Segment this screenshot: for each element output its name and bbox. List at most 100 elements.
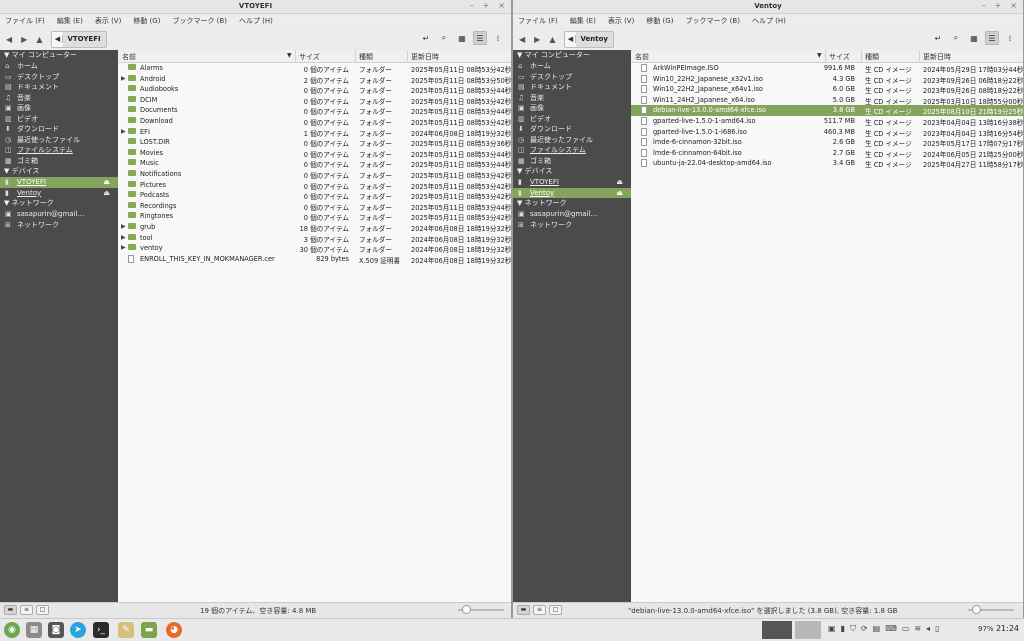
collapse-arrow-icon[interactable]: ▼ [4,51,12,59]
mint-menu-icon[interactable]: ◉ [4,622,20,638]
collapse-arrow-icon[interactable]: ▼ [4,199,12,207]
sidebar-item-device[interactable]: ▮ VTOYEFI ⏏ [0,177,118,188]
table-row[interactable]: ▶ EFI 1 個のアイテム フォルダー 2024年06月08日 18時19分32秒 [118,127,511,138]
open-terminal-icon[interactable]: ↵ [419,31,433,45]
eject-icon[interactable]: ⏏ [103,188,110,199]
title-bar[interactable]: Ventoy – + × [513,0,1023,14]
text-editor-icon[interactable]: ✎ [118,622,134,638]
zoom-slider[interactable] [458,605,504,614]
table-row[interactable]: ▶ grub 18 個のアイテム フォルダー 2024年06月08日 18時19分32秒 [118,222,511,233]
list-view-icon[interactable]: ☰ [985,31,999,45]
workspace-2[interactable] [795,621,821,639]
sidebar-heading-computer[interactable]: ▼ マイ コンピューター [513,50,631,61]
search-icon[interactable]: ⌕ [949,31,963,45]
collapse-arrow-icon[interactable]: ▼ [4,167,12,175]
sidebar-item-place[interactable]: ▦ ゴミ箱 [0,156,118,167]
tray-app-icon[interactable]: ▣ [828,624,836,634]
sidebar-item-place[interactable]: ♫ 音楽 [513,93,631,104]
sidebar-heading-devices[interactable]: ▼ デバイス [0,166,118,177]
column-modified[interactable]: 更新日時 [923,52,951,62]
icon-view-icon[interactable]: ▦ [455,31,469,45]
table-row[interactable]: Podcasts 0 個のアイテム フォルダー 2025年05月11日 08時53分4… [118,190,511,201]
sidebar-item-place[interactable]: ▣ 画像 [0,103,118,114]
screenshot-icon[interactable]: ◙ [48,622,64,638]
compact-view-icon[interactable]: ⁞ [1003,31,1017,45]
close-button[interactable]: × [1010,1,1017,10]
table-row[interactable]: Pictures 0 個のアイテム フォルダー 2025年05月11日 08時53分4… [118,180,511,191]
title-bar[interactable]: VTOYEFI – + × [0,0,511,14]
sidebar-item-device[interactable]: ▮ VTOYEFI ⏏ [513,177,631,188]
terminal-icon[interactable]: ›_ [93,622,109,638]
table-row[interactable]: Movies 0 個のアイテム フォルダー 2025年05月11日 08時53分44秒 [118,148,511,159]
up-icon[interactable]: ▲ [549,35,555,44]
eject-icon[interactable]: ⏏ [616,177,623,188]
table-row[interactable]: Notifications 0 個のアイテム フォルダー 2025年05月11日 08… [118,169,511,180]
menu-go[interactable]: 移動 (G) [133,16,160,26]
table-row[interactable]: Alarms 0 個のアイテム フォルダー 2025年05月11日 08時53分42秒 [118,63,511,74]
table-row[interactable]: ▶ tool 3 個のアイテム フォルダー 2024年06月08日 18時19分32秒 [118,233,511,244]
open-terminal-icon[interactable]: ↵ [931,31,945,45]
menu-bookmarks[interactable]: ブックマーク (B) [685,16,740,26]
search-icon[interactable]: ⌕ [437,31,451,45]
table-row[interactable]: Recordings 0 個のアイテム フォルダー 2025年05月11日 08時53… [118,201,511,212]
column-type[interactable]: 種類 [865,52,879,62]
compact-view-icon[interactable]: ⁞ [491,31,505,45]
files-icon[interactable]: ▬ [141,622,157,638]
expand-arrow-icon[interactable]: ▶ [121,128,126,135]
show-places-icon[interactable]: ▬ [4,605,17,615]
sidebar-item-place[interactable]: ▥ ビデオ [513,114,631,125]
column-name[interactable]: 名前 [635,52,649,62]
collapse-arrow-icon[interactable]: ▼ [517,199,525,207]
sidebar-item-place[interactable]: ⌂ ホーム [0,61,118,72]
table-row[interactable]: LOST.DIR 0 個のアイテム フォルダー 2025年05月11日 08時53分3… [118,137,511,148]
menu-bookmarks[interactable]: ブックマーク (B) [172,16,227,26]
sidebar-item-place[interactable]: ◷ 最近使ったファイル [513,135,631,146]
sidebar-item-place[interactable]: ▣ 画像 [513,103,631,114]
zoom-slider[interactable] [968,605,1014,614]
table-row[interactable]: Audiobooks 0 個のアイテム フォルダー 2025年05月11日 08時53… [118,84,511,95]
sidebar-item-device[interactable]: ▮ Ventoy ⏏ [513,187,631,198]
show-tree-icon[interactable]: ≡ [20,605,33,615]
table-row[interactable]: lmde-6-cinnamon-32bit.iso 2.6 GB 生 CD イメージ… [631,137,1023,148]
menu-help[interactable]: ヘルプ (H) [239,16,273,26]
maximize-button[interactable]: + [483,1,490,10]
menu-file[interactable]: ファイル (F) [5,16,45,26]
sidebar-item-place[interactable]: ⌂ ホーム [513,61,631,72]
menu-edit[interactable]: 編集 (E) [570,16,596,26]
sidebar-heading-network[interactable]: ▼ ネットワーク [0,198,118,209]
column-modified[interactable]: 更新日時 [411,52,439,62]
table-row[interactable]: ArkWinPEImage.ISO 991.6 MB 生 CD イメージ 2024年0… [631,63,1023,74]
sidebar-item-place[interactable]: ♫ 音楽 [0,93,118,104]
zoom-slider-knob[interactable] [461,605,471,614]
sidebar-item-place[interactable]: ◫ ファイルシステム [0,145,118,156]
calculator-icon[interactable]: ▦ [26,622,42,638]
sidebar-heading-network[interactable]: ▼ ネットワーク [513,198,631,209]
sidebar-item-network[interactable]: ▣ sasapurin@gmail… [0,209,118,220]
sidebar-item-place[interactable]: ▦ ゴミ箱 [513,156,631,167]
forward-icon[interactable]: ▶ [21,35,27,44]
menu-view[interactable]: 表示 (V) [95,16,121,26]
sidebar-item-device[interactable]: ▮ Ventoy ⏏ [0,188,118,199]
table-row[interactable]: Music 0 個のアイテム フォルダー 2025年05月11日 08時53分44秒 [118,158,511,169]
firefox-icon[interactable]: ◕ [166,622,182,638]
sidebar-heading-devices[interactable]: ▼ デバイス [513,166,631,177]
sidebar-item-place[interactable]: ▭ デスクトップ [0,72,118,83]
table-row[interactable]: ubuntu-ja-22.04-desktop-amd64.iso 3.4 GB 生… [631,158,1023,169]
breadcrumb-left-icon[interactable]: ◀ [52,35,64,43]
expand-arrow-icon[interactable]: ▶ [121,223,126,230]
shield-icon[interactable]: ⛉ [850,624,856,634]
wifi-icon[interactable]: ≋ [914,624,921,634]
icon-view-icon[interactable]: ▦ [967,31,981,45]
sidebar-item-place[interactable]: ▤ ドキュメント [513,82,631,93]
table-row[interactable]: debian-live-13.0.0-amd64-xfce.iso 3.8 GB 生… [631,105,1023,116]
sidebar-item-place[interactable]: ▥ ビデオ [0,114,118,125]
sidebar-item-network[interactable]: ⊞ ネットワーク [513,220,631,231]
table-row[interactable]: Download 0 個のアイテム フォルダー 2025年05月11日 08時53分4… [118,116,511,127]
breadcrumb-left-icon[interactable]: ◀ [565,35,577,43]
table-row[interactable]: gparted-live-1.5.0-1-amd64.iso 511.7 MB 生 … [631,116,1023,127]
notes-icon[interactable]: ▤ [873,624,881,634]
back-icon[interactable]: ◀ [6,35,12,44]
telegram-icon[interactable]: ➤ [70,622,86,638]
collapse-arrow-icon[interactable]: ▼ [517,51,525,59]
menu-view[interactable]: 表示 (V) [608,16,634,26]
